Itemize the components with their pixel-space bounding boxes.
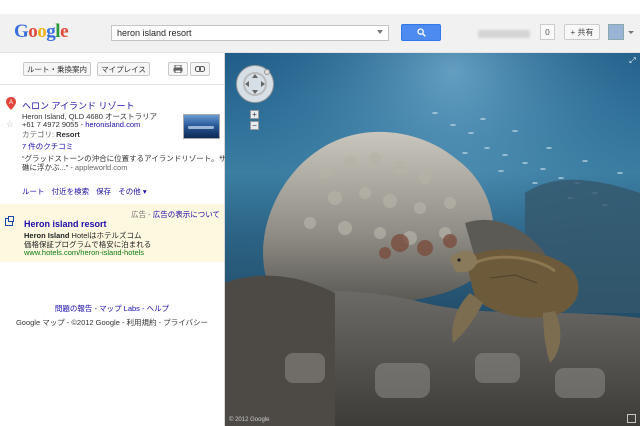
zoom-in-button[interactable]: +	[250, 110, 259, 119]
map-marker-a-icon[interactable]: A	[6, 97, 16, 110]
avatar[interactable]	[608, 24, 624, 40]
action-search-nearby[interactable]: 付近を検索	[52, 187, 90, 196]
ad-marker-icon	[5, 216, 14, 226]
fullscreen-icon[interactable]: ⤢	[628, 56, 637, 65]
result-site-link[interactable]: heronisland.com	[85, 120, 140, 129]
footer-text[interactable]: Google マップ - ©2012 Google - 利用規約 - プライバシ…	[0, 317, 224, 328]
ad-block: 広告 - 広告の表示について Heron island resort Heron…	[0, 204, 224, 262]
star-icon[interactable]: ☆	[6, 119, 14, 130]
underwater-scene	[225, 53, 640, 426]
review-snippet-line2: 礁に浮かぶ...” - appleworld.com	[22, 163, 128, 172]
search-input[interactable]: heron island resort	[111, 25, 389, 41]
svg-text:A: A	[9, 100, 13, 106]
ad-meta: 広告 - 広告の表示について	[131, 210, 220, 219]
print-icon[interactable]	[168, 62, 188, 76]
search-query[interactable]: heron island resort	[117, 28, 192, 38]
user-name-blurred	[478, 30, 530, 38]
action-save[interactable]: 保存	[96, 187, 111, 196]
header-bar: Google heron island resort 0 + 共有	[0, 14, 640, 53]
ad-info-link[interactable]: 広告の表示について	[153, 210, 220, 219]
search-dropdown-icon[interactable]	[377, 30, 383, 34]
report-image-icon[interactable]	[627, 414, 636, 423]
zoom-out-button[interactable]: −	[250, 121, 259, 130]
result-actions: ルート 付近を検索 保存 その他 ▾	[22, 186, 152, 197]
ad-url[interactable]: www.hotels.com/heron-island-hotels	[24, 248, 144, 257]
navigation-compass[interactable]	[236, 65, 274, 103]
ad-title[interactable]: Heron island resort	[24, 219, 107, 229]
share-button[interactable]: + 共有	[564, 24, 600, 40]
left-panel: ルート・乗換案内 マイプレイス A ☆ ヘロン アイランド リゾート Heron…	[0, 53, 241, 426]
footer-links[interactable]: 問題の報告 - マップ Labs - ヘルプ	[0, 303, 224, 314]
notification-count[interactable]: 0	[540, 24, 555, 40]
result-category: カテゴリ: Resort	[22, 130, 80, 139]
google-logo[interactable]: Google	[14, 21, 68, 43]
street-view-panorama[interactable]: ⤢ + − © 2012 Google	[225, 53, 640, 426]
result-contact: +61 7 4972 9055 - heronisland.com	[22, 120, 141, 129]
chevron-down-icon[interactable]	[628, 31, 634, 34]
action-route[interactable]: ルート	[22, 187, 45, 196]
action-more[interactable]: その他 ▾	[118, 187, 146, 196]
link-icon[interactable]	[190, 62, 210, 76]
compass-arrows-icon	[243, 69, 270, 96]
result-photo-thumbnail[interactable]	[183, 114, 220, 139]
result-phone: +61 7 4972 9055	[22, 120, 79, 129]
reviews-link[interactable]: 7 件のクチコミ	[22, 141, 73, 152]
divider	[0, 84, 224, 85]
directions-button[interactable]: ルート・乗換案内	[23, 62, 91, 76]
imagery-copyright: © 2012 Google	[229, 417, 270, 423]
top-band	[0, 0, 640, 14]
search-icon	[417, 28, 426, 37]
search-button[interactable]	[401, 24, 441, 41]
my-places-button[interactable]: マイプレイス	[97, 62, 150, 76]
